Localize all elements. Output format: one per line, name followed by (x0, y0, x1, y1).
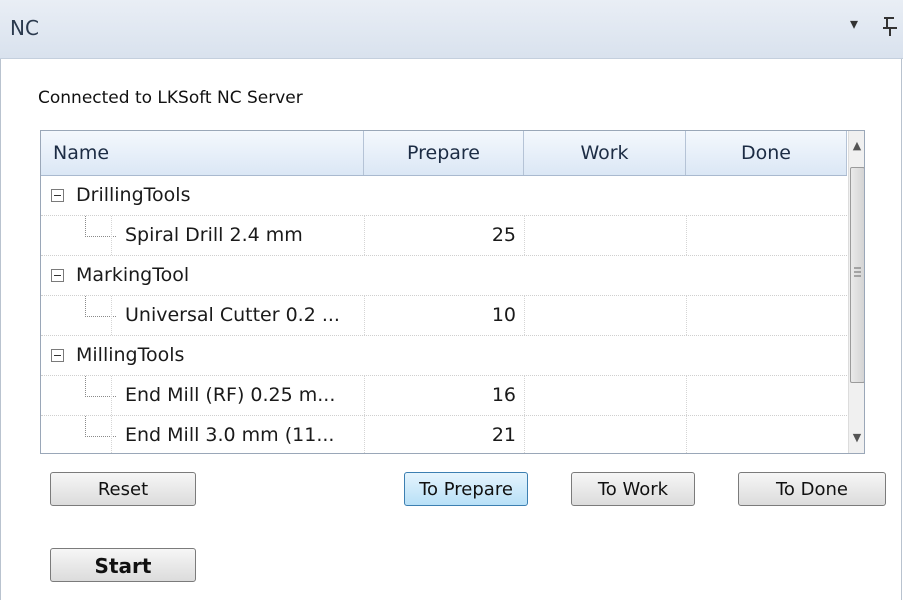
group-row-drillingtools[interactable]: DrillingTools (41, 176, 847, 216)
vertical-scrollbar[interactable]: ▲ ▼ (848, 131, 864, 453)
grid-rows: DrillingTools Spiral Drill 2.4 mm 25 Mar… (41, 176, 847, 453)
connection-status: Connected to LKSoft NC Server (38, 88, 303, 108)
prepare-cell: 16 (364, 376, 524, 415)
group-label: MarkingTool (76, 264, 190, 286)
grid-header: Name Prepare Work Done (41, 131, 847, 176)
collapse-icon[interactable] (51, 189, 64, 202)
tool-name: End Mill 3.0 mm (11... (125, 424, 335, 446)
work-cell (524, 376, 686, 415)
work-cell (524, 296, 686, 335)
pin-icon[interactable] (880, 12, 903, 42)
start-button[interactable]: Start (50, 548, 196, 582)
prepare-cell: 10 (364, 296, 524, 335)
tools-grid[interactable]: Name Prepare Work Done DrillingTools Spi… (40, 130, 865, 454)
panel-title-bar: NC ▾ (0, 0, 903, 59)
scroll-up-icon[interactable]: ▲ (849, 131, 864, 161)
tool-row[interactable]: End Mill (RF) 0.25 m... 16 (41, 376, 847, 416)
grip-icon (854, 267, 861, 277)
panel-title: NC (10, 16, 39, 40)
prepare-cell: 21 (364, 416, 524, 453)
to-prepare-button[interactable]: To Prepare (404, 472, 528, 506)
column-header-work[interactable]: Work (524, 131, 686, 175)
prepare-cell: 25 (364, 216, 524, 255)
to-done-button[interactable]: To Done (738, 472, 886, 506)
column-header-prepare[interactable]: Prepare (364, 131, 524, 175)
collapse-icon[interactable] (51, 269, 64, 282)
collapse-icon[interactable] (51, 349, 64, 362)
work-cell (524, 416, 686, 453)
scroll-down-icon[interactable]: ▼ (849, 423, 864, 453)
done-cell (686, 296, 847, 335)
tool-row[interactable]: End Mill 3.0 mm (11... 21 (41, 416, 847, 453)
group-row-markingtool[interactable]: MarkingTool (41, 256, 847, 296)
tool-name: End Mill (RF) 0.25 m... (125, 384, 336, 406)
work-cell (524, 216, 686, 255)
done-cell (686, 416, 847, 453)
group-row-millingtools[interactable]: MillingTools (41, 336, 847, 376)
scrollbar-thumb[interactable] (850, 167, 864, 383)
panel-menu-dropdown-icon[interactable]: ▾ (850, 14, 858, 33)
column-header-done[interactable]: Done (686, 131, 847, 175)
reset-button[interactable]: Reset (50, 472, 196, 506)
done-cell (686, 376, 847, 415)
column-header-name[interactable]: Name (41, 131, 364, 175)
to-work-button[interactable]: To Work (571, 472, 695, 506)
done-cell (686, 216, 847, 255)
tool-name: Universal Cutter 0.2 ... (125, 304, 340, 326)
tool-row[interactable]: Spiral Drill 2.4 mm 25 (41, 216, 847, 256)
tool-name: Spiral Drill 2.4 mm (125, 224, 303, 246)
group-label: DrillingTools (76, 184, 191, 206)
group-label: MillingTools (76, 344, 185, 366)
tool-row[interactable]: Universal Cutter 0.2 ... 10 (41, 296, 847, 336)
